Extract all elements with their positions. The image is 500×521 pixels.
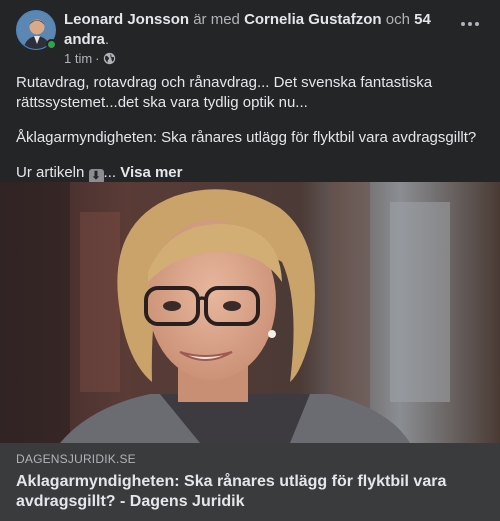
link-preview[interactable]: DAGENSJURIDIK.SE Aklagarmyndigheten: Ska… — [0, 443, 500, 521]
more-dots-icon[interactable] — [456, 14, 484, 34]
link-domain: DAGENSJURIDIK.SE — [16, 452, 136, 466]
link-title[interactable]: Aklagarmyndigheten: Ska rånares utlägg f… — [16, 472, 476, 512]
post-paragraph-1: Rutavdrag, rotavdrag och rånavdrag... De… — [16, 74, 433, 111]
tagged-person[interactable]: Cornelia Gustafzon — [244, 11, 382, 28]
see-more-link[interactable]: Visa mer — [120, 164, 182, 181]
header-period: . — [104, 31, 110, 48]
post-meta: 1 tim · — [64, 51, 116, 66]
dot-icon — [461, 22, 465, 26]
post-body: Rutavdrag, rotavdrag och rånavdrag... De… — [16, 73, 486, 199]
with-text: är med — [193, 11, 240, 28]
dot-icon — [468, 22, 472, 26]
post-header-text: Leonard Jonsson är med Cornelia Gustafzo… — [64, 10, 444, 50]
author-name[interactable]: Leonard Jonsson — [64, 11, 189, 28]
and-text: och — [385, 11, 410, 28]
post-paragraph-2: Åklagarmyndigheten: Ska rånares utlägg f… — [16, 129, 477, 146]
article-photo — [0, 182, 500, 443]
online-status-dot — [46, 39, 57, 50]
post-header: Leonard Jonsson är med Cornelia Gustafzo… — [16, 10, 484, 66]
paragraph-3-ellipsis: ... — [103, 164, 117, 181]
post-timestamp[interactable]: 1 tim — [64, 51, 92, 66]
feed-post: Leonard Jonsson är med Cornelia Gustafzo… — [0, 0, 500, 521]
link-preview-image[interactable] — [0, 182, 500, 443]
post-paragraph-3: Ur artikeln ⬇... Visa mer — [16, 163, 486, 184]
dot-icon — [475, 22, 479, 26]
paragraph-3-prefix: Ur artikeln — [16, 164, 85, 181]
meta-separator: · — [95, 51, 100, 66]
globe-icon[interactable] — [103, 52, 116, 65]
author-avatar[interactable] — [16, 10, 57, 50]
